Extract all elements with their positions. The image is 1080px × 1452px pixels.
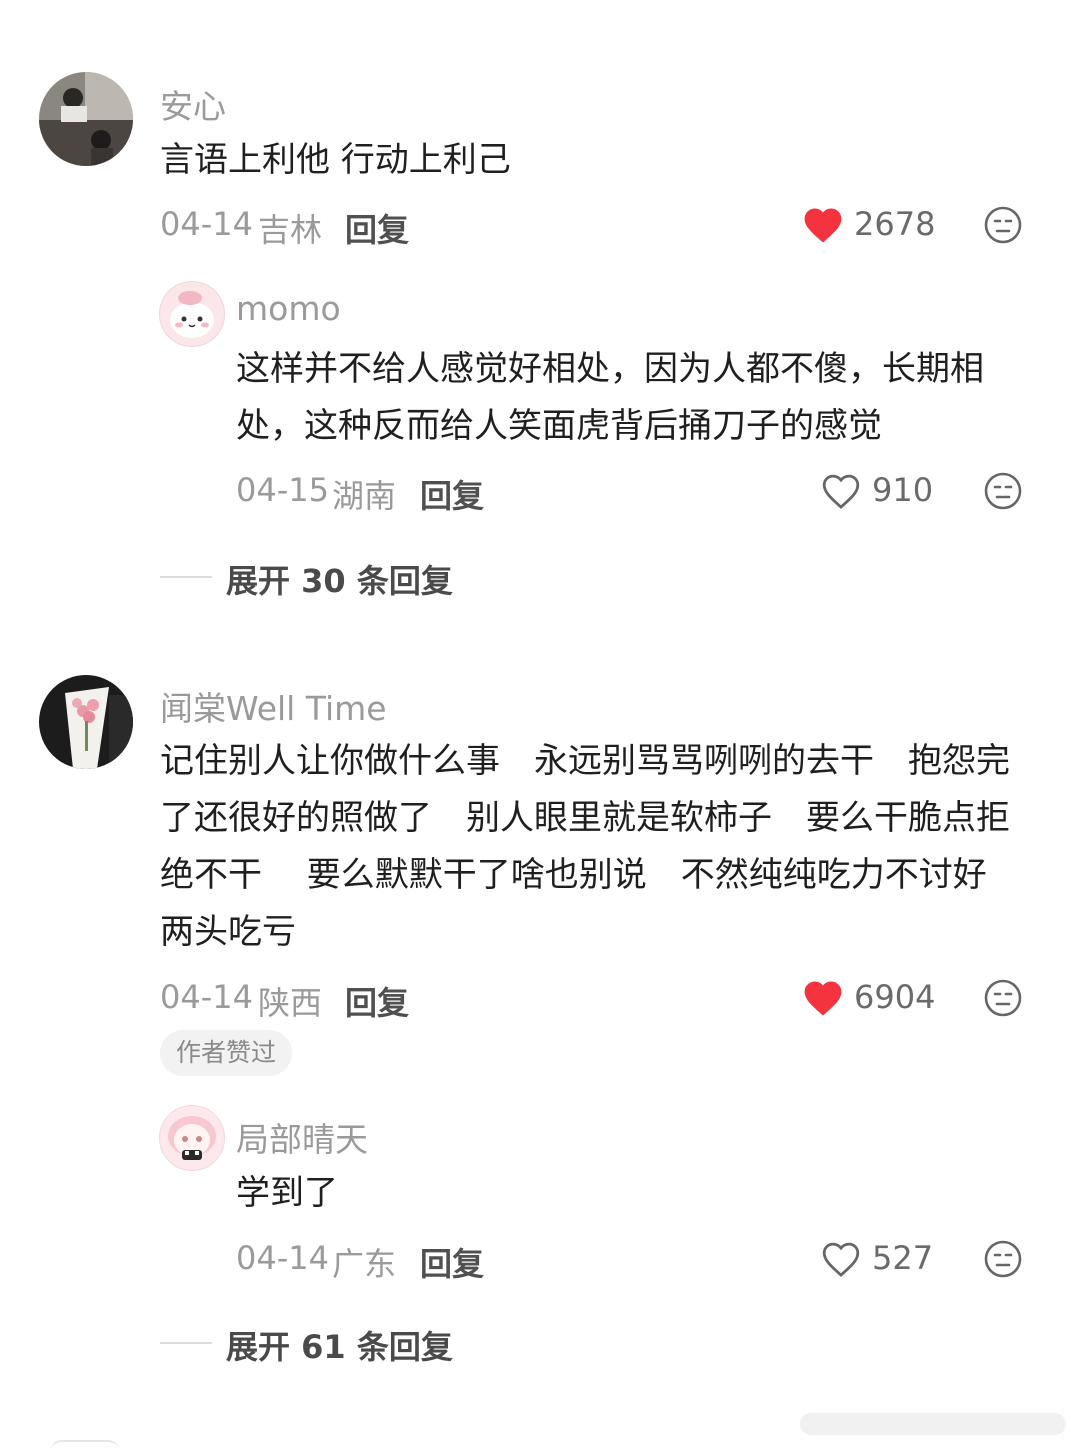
comment-text: 学到了 — [236, 1173, 338, 1213]
comment-date: 04-14 — [160, 978, 253, 1016]
username[interactable]: 安心 — [160, 80, 226, 128]
reply-button[interactable]: 回复 — [345, 205, 409, 251]
avatar[interactable] — [159, 1105, 225, 1171]
comment-location: 广东 — [332, 1245, 397, 1283]
like-count: 6904 — [854, 978, 936, 1016]
comment-text: 记住别人让你做什么事 永远别骂骂咧咧的去干 抱怨完了还很好的照做了 别人眼里就是… — [160, 741, 1021, 952]
expand-replies-button[interactable]: 展开 30 条回复 — [160, 556, 520, 600]
author-liked-badge: 作者赞过 — [160, 1030, 293, 1076]
avatar[interactable] — [159, 281, 225, 347]
comment-text: 言语上利他 行动上利己 — [160, 140, 511, 180]
heart-filled-icon[interactable] — [802, 205, 844, 245]
like-count: 527 — [872, 1239, 934, 1277]
username[interactable]: momo — [236, 289, 341, 328]
unimpressed-face-icon[interactable] — [983, 978, 1023, 1018]
avatar[interactable] — [39, 72, 133, 166]
reply-button[interactable]: 回复 — [420, 471, 484, 517]
unimpressed-face-icon[interactable] — [983, 471, 1023, 511]
expand-replies-label: 展开 30 条回复 — [226, 562, 453, 600]
expand-replies-label: 展开 61 条回复 — [226, 1328, 453, 1366]
watermark — [800, 1413, 1066, 1435]
reply-button[interactable]: 回复 — [345, 978, 409, 1024]
comment-location: 陕西 — [258, 984, 323, 1022]
comment-date: 04-15 — [236, 471, 329, 509]
like-count: 2678 — [854, 205, 936, 243]
heart-outline-icon[interactable] — [820, 471, 862, 511]
comment-location: 湖南 — [332, 477, 397, 515]
username[interactable]: 局部晴天 — [236, 1113, 368, 1161]
like-count: 910 — [872, 471, 934, 509]
comment-location: 吉林 — [258, 211, 323, 249]
avatar[interactable] — [39, 675, 133, 769]
unimpressed-face-icon[interactable] — [983, 205, 1023, 245]
divider — [160, 576, 212, 578]
divider — [160, 1342, 212, 1344]
comment-date: 04-14 — [160, 205, 253, 243]
heart-outline-icon[interactable] — [820, 1239, 862, 1279]
username[interactable]: 闻棠Well Time — [160, 682, 387, 730]
comment-text: 这样并不给人感觉好相处，因为人都不傻，长期相处，这种反而给人笑面虎背后捅刀子的感… — [236, 349, 984, 446]
expand-replies-button[interactable]: 展开 61 条回复 — [160, 1322, 520, 1366]
comment-date: 04-14 — [236, 1239, 329, 1277]
unimpressed-face-icon[interactable] — [983, 1239, 1023, 1279]
next-avatar-partial — [50, 1440, 120, 1452]
reply-button[interactable]: 回复 — [420, 1239, 484, 1285]
heart-filled-icon[interactable] — [802, 978, 844, 1018]
